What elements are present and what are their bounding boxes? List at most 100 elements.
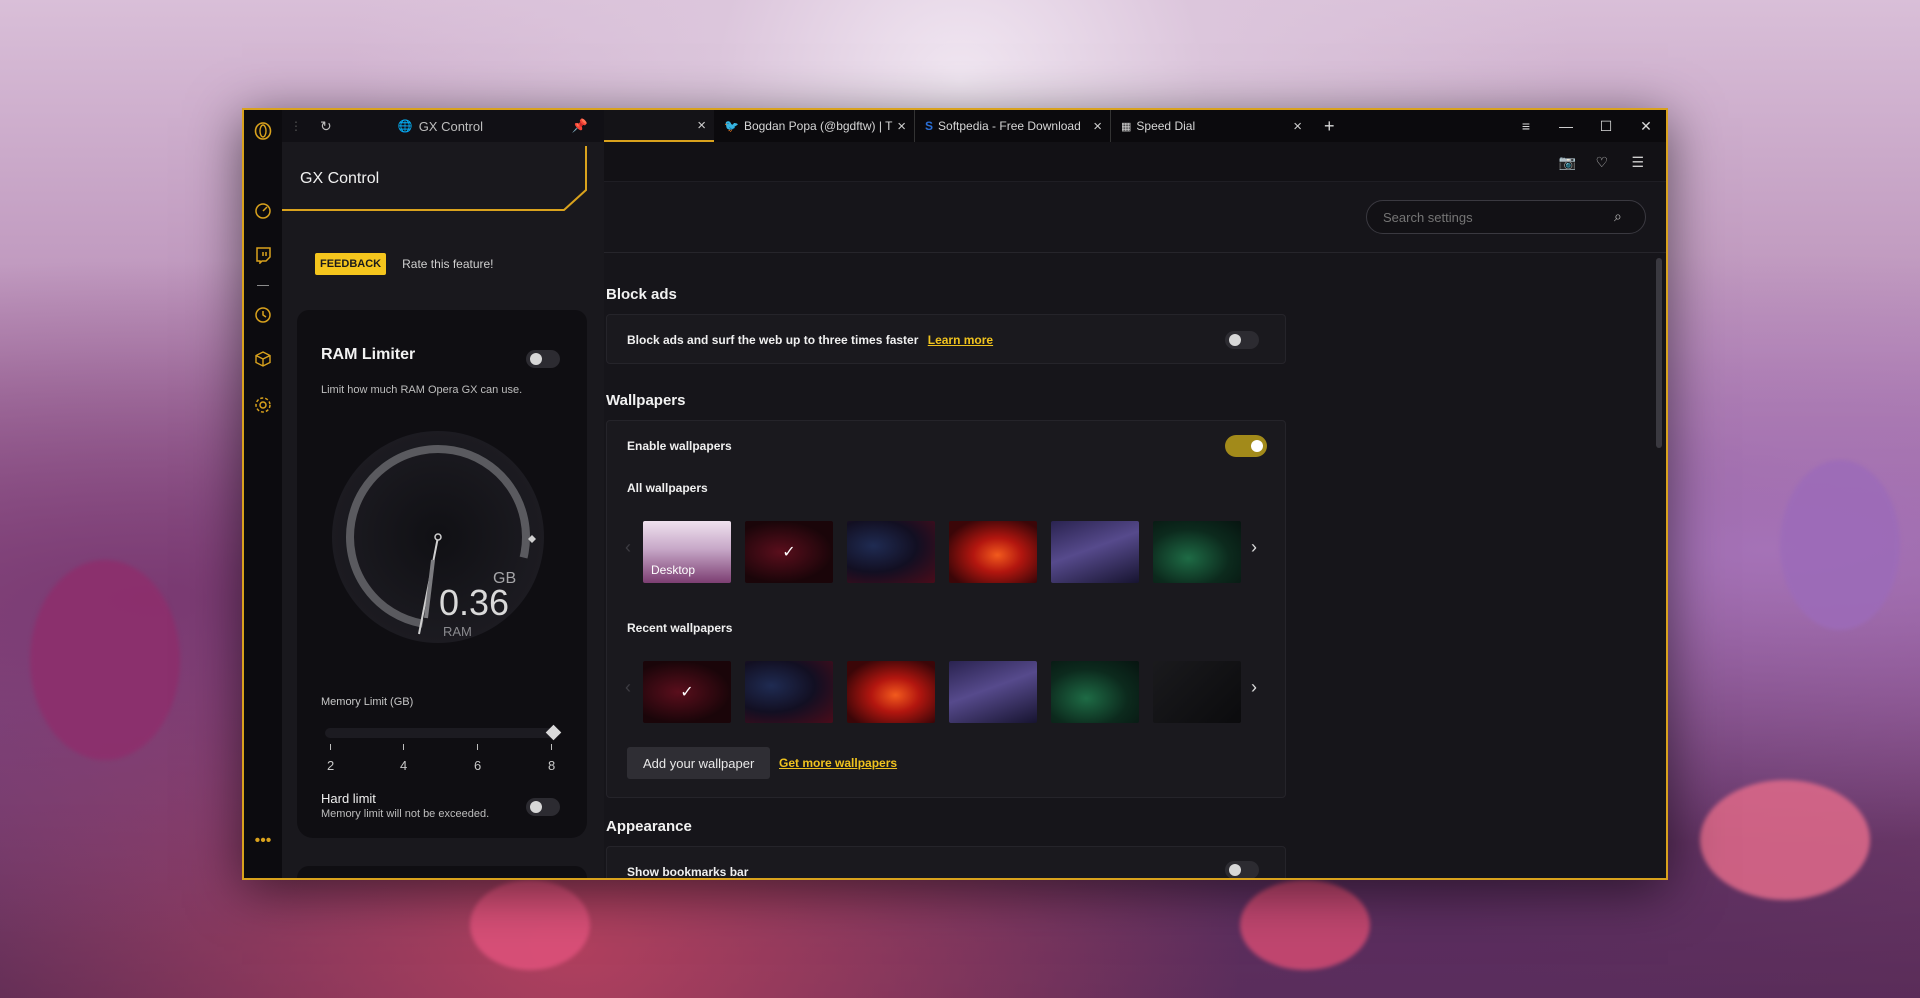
ram-limiter-description: Limit how much RAM Opera GX can use.: [321, 384, 523, 396]
recent-wallpaper-thumbnail[interactable]: ✓: [643, 661, 731, 723]
slider-tick: [477, 744, 478, 750]
enable-wallpapers-label: Enable wallpapers: [627, 439, 732, 453]
block-ads-toggle[interactable]: [1225, 331, 1259, 349]
opera-logo-icon[interactable]: [252, 120, 274, 142]
ram-value: 0.36: [439, 582, 510, 623]
twitter-icon: 🐦: [724, 119, 739, 133]
close-tab-icon[interactable]: ×: [697, 117, 706, 134]
close-window-button[interactable]: ✕: [1626, 110, 1666, 142]
recent-wallpaper-thumbnail[interactable]: [847, 661, 935, 723]
recent-wallpaper-thumbnail[interactable]: [949, 661, 1037, 723]
panel-title: GX Control: [300, 170, 380, 187]
wallpaper-thumbnail[interactable]: [847, 521, 935, 583]
next-arrow-icon[interactable]: ›: [1251, 677, 1257, 698]
scrollbar[interactable]: [1656, 258, 1662, 448]
heart-icon[interactable]: ♡: [1595, 154, 1608, 171]
feedback-button[interactable]: FEEDBACK: [315, 253, 387, 275]
panel-header: GX Control: [282, 142, 604, 212]
wallpaper-thumbnail[interactable]: ✓: [745, 521, 833, 583]
tab-settings[interactable]: ×: [604, 110, 714, 142]
ram-limiter-card: RAM Limiter Limit how much RAM Opera GX …: [297, 310, 587, 838]
twitch-icon[interactable]: [252, 244, 274, 266]
block-ads-heading: Block ads: [606, 286, 677, 303]
settings-gear-icon[interactable]: [252, 394, 274, 416]
tick-label: 6: [474, 758, 482, 773]
memory-limit-label: Memory Limit (GB): [321, 696, 414, 708]
tab-menu-icon[interactable]: ≡: [1506, 110, 1546, 142]
memory-limit-slider[interactable]: [325, 724, 562, 741]
enable-wallpapers-toggle[interactable]: [1225, 435, 1267, 457]
wallpapers-heading: Wallpapers: [606, 392, 686, 409]
next-card-stub: [297, 866, 587, 878]
close-tab-icon[interactable]: ×: [1093, 118, 1102, 135]
slider-handle[interactable]: [545, 724, 562, 741]
reload-icon[interactable]: ↻: [320, 118, 332, 135]
selected-check-icon: ✓: [782, 544, 796, 561]
desktop-label: Desktop: [651, 563, 696, 577]
slider-tick: [330, 744, 331, 750]
recent-wallpaper-thumbnail[interactable]: [1051, 661, 1139, 723]
wallpaper-thumbnail[interactable]: [949, 521, 1037, 583]
new-tab-button[interactable]: +: [1324, 116, 1335, 137]
hard-limit-title: Hard limit: [321, 791, 376, 806]
sidebar-rail: •••: [244, 110, 282, 878]
learn-more-link[interactable]: Learn more: [928, 333, 993, 347]
tab-softpedia[interactable]: S Softpedia - Free Download ×: [914, 110, 1110, 142]
tick-label: 2: [327, 758, 335, 773]
more-options-icon[interactable]: •••: [252, 830, 274, 852]
background-flower: [1780, 460, 1900, 630]
prev-arrow-icon[interactable]: ‹: [625, 677, 631, 698]
extensions-cube-icon[interactable]: [252, 348, 274, 370]
speed-dial-icon: ▦: [1121, 120, 1132, 133]
slider-tick: [551, 744, 552, 750]
tick-label: 8: [548, 758, 556, 773]
panel-topbar: ⋮ ↻ 🌐 GX Control 📌: [282, 110, 604, 142]
hard-limit-toggle[interactable]: [526, 798, 560, 816]
wallpaper-thumbnail[interactable]: [1051, 521, 1139, 583]
easy-setup-icon[interactable]: ☰: [1631, 154, 1644, 171]
show-bookmarks-toggle[interactable]: [1225, 861, 1259, 878]
tab-bar: × 🐦 Bogdan Popa (@bgdftw) | T × S Softpe…: [604, 110, 1666, 142]
rate-feature-text[interactable]: Rate this feature!: [402, 257, 493, 271]
recent-wallpaper-thumbnail[interactable]: [745, 661, 833, 723]
globe-icon: 🌐: [397, 119, 413, 133]
opera-gx-window: ••• ⋮ ↻ 🌐 GX Control 📌 GX Control FEEDBA…: [242, 108, 1668, 880]
ram-unit: GB: [493, 570, 517, 587]
selected-check-icon: ✓: [680, 684, 694, 701]
drag-handle-icon[interactable]: ⋮: [290, 119, 302, 133]
hard-limit-description: Memory limit will not be exceeded.: [321, 808, 490, 820]
wallpaper-thumbnail[interactable]: [1153, 521, 1241, 583]
search-settings-input[interactable]: [1366, 200, 1646, 234]
panel-tab-label: GX Control: [418, 118, 483, 134]
search-icon: ⌕: [1614, 208, 1622, 224]
pin-icon[interactable]: 📌: [572, 118, 588, 134]
ram-sub-label: RAM: [443, 624, 472, 639]
next-arrow-icon[interactable]: ›: [1251, 537, 1257, 558]
camera-icon[interactable]: 📷: [1559, 154, 1576, 171]
block-ads-text: Block ads and surf the web up to three t…: [627, 333, 994, 347]
get-more-wallpapers-link[interactable]: Get more wallpapers: [779, 756, 897, 770]
background-flower: [1240, 880, 1370, 970]
gx-control-icon[interactable]: [252, 200, 274, 222]
prev-arrow-icon[interactable]: ‹: [625, 537, 631, 558]
rail-divider: [257, 285, 269, 286]
recent-wallpapers-label: Recent wallpapers: [627, 621, 733, 635]
history-icon[interactable]: [252, 304, 274, 326]
close-tab-icon[interactable]: ×: [897, 118, 906, 135]
background-flower: [470, 880, 590, 970]
tab-twitter[interactable]: 🐦 Bogdan Popa (@bgdftw) | T ×: [714, 110, 914, 142]
ram-limiter-toggle[interactable]: [526, 350, 560, 368]
close-tab-icon[interactable]: ×: [1293, 118, 1302, 135]
maximize-button[interactable]: ☐: [1586, 110, 1626, 142]
minimize-button[interactable]: —: [1546, 110, 1586, 142]
gx-control-panel: ⋮ ↻ 🌐 GX Control 📌 GX Control FEEDBACK R…: [282, 110, 604, 878]
header-divider: [604, 252, 1666, 253]
slider-tick: [403, 744, 404, 750]
settings-page: ⌕ Block ads Block ads and surf the web u…: [604, 182, 1666, 878]
ram-limiter-title: RAM Limiter: [321, 346, 416, 363]
wallpapers-card: Enable wallpapers All wallpapers ‹ Deskt…: [606, 420, 1286, 798]
tab-speed-dial[interactable]: ▦ Speed Dial ×: [1110, 110, 1310, 142]
recent-wallpaper-thumbnail[interactable]: [1153, 661, 1241, 723]
wallpaper-desktop[interactable]: Desktop: [643, 521, 731, 583]
add-wallpaper-button[interactable]: Add your wallpaper: [627, 747, 771, 779]
